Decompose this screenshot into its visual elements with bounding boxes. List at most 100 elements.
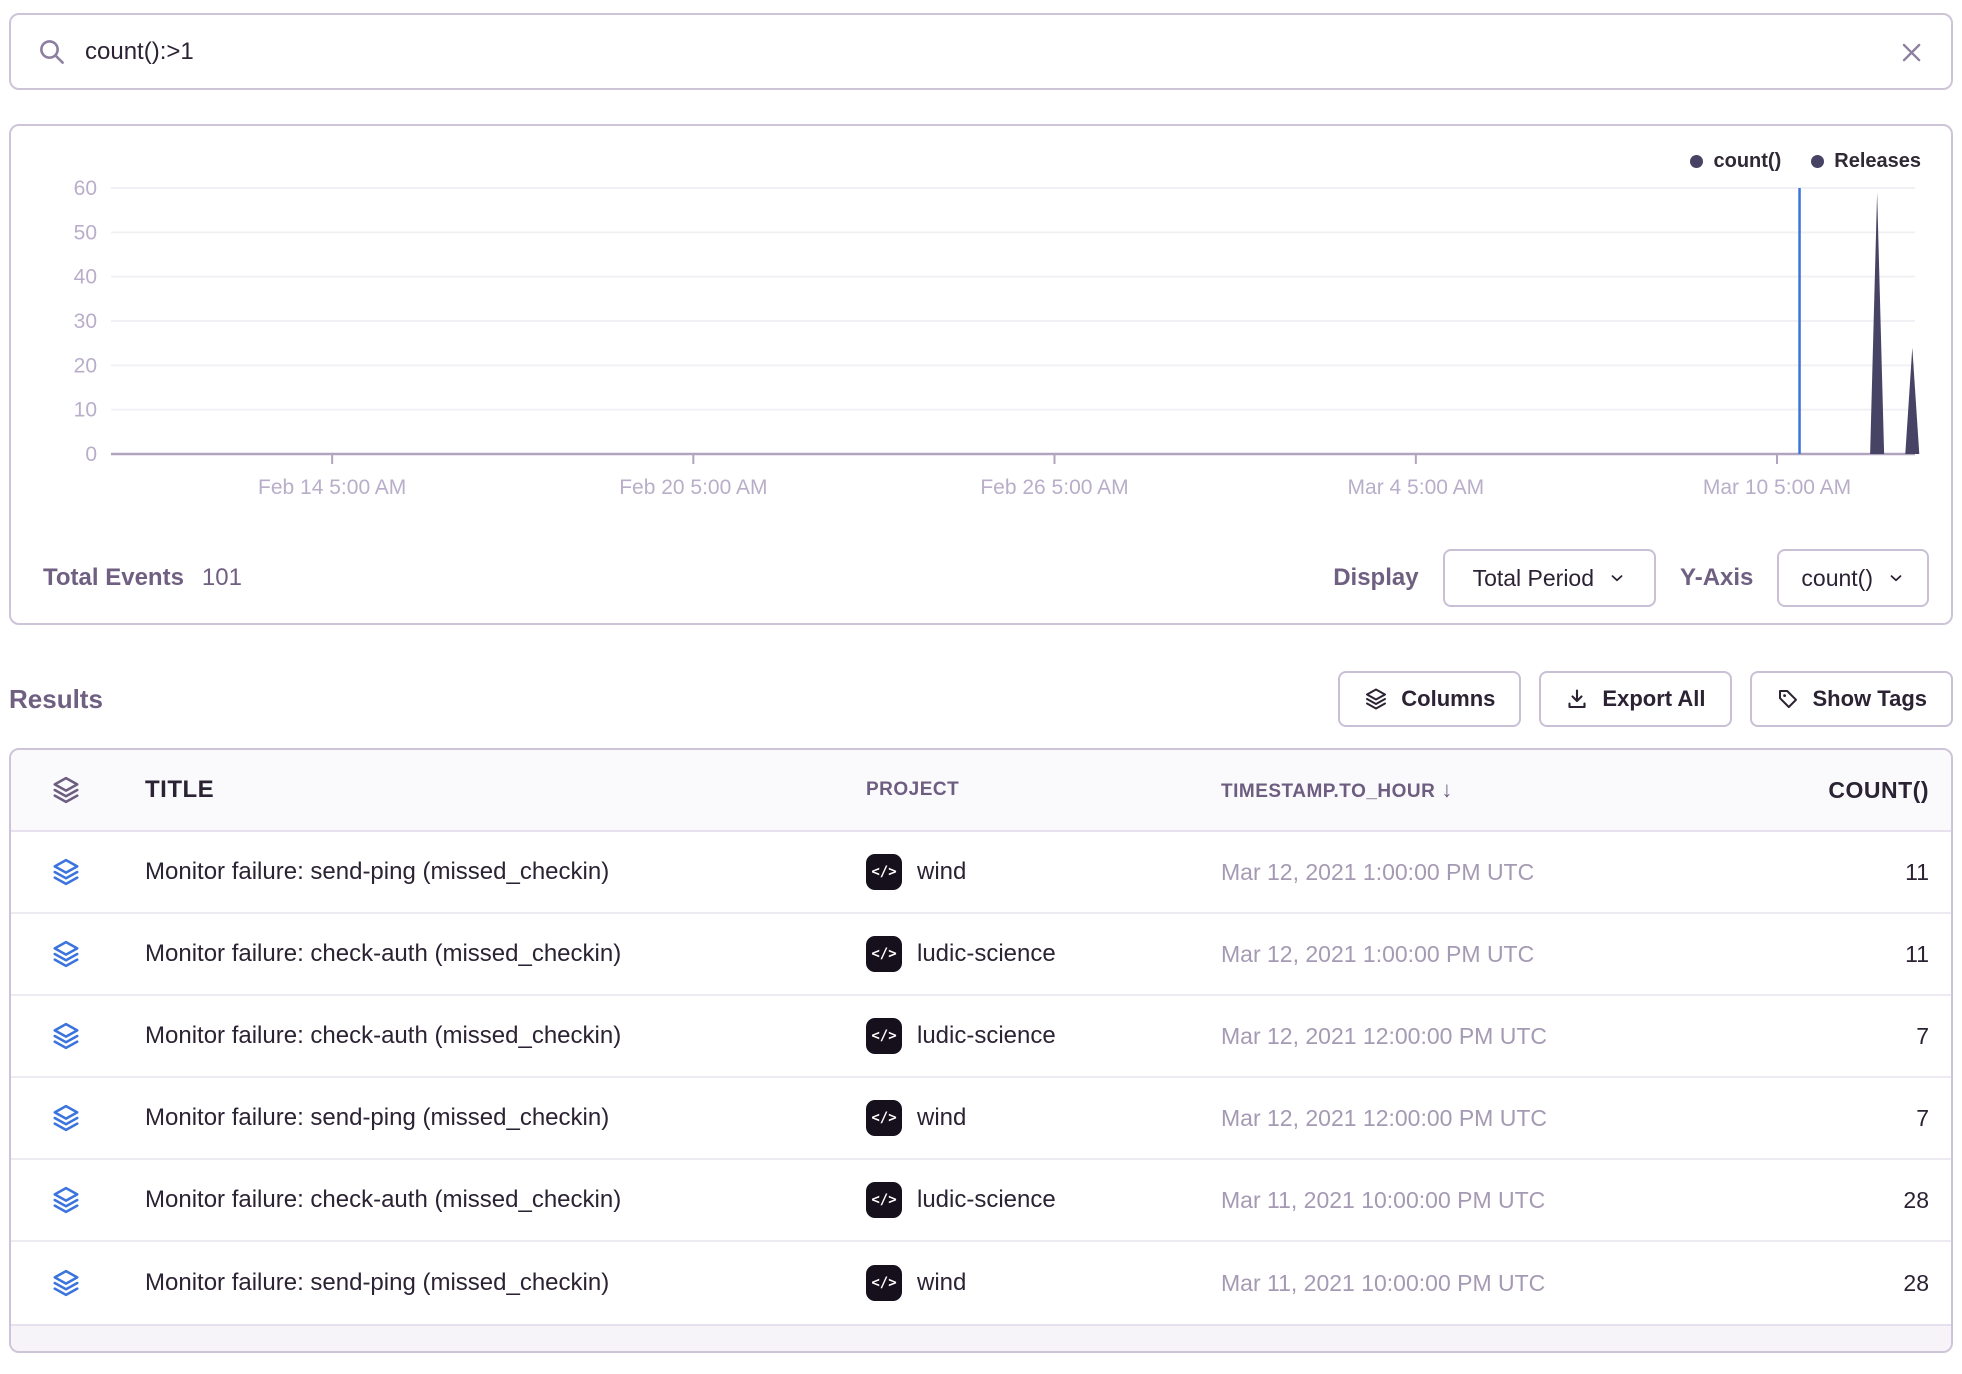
export-all-button-label: Export All <box>1602 686 1705 712</box>
project-cell: </> wind <box>866 854 1221 890</box>
timestamp-cell: Mar 11, 2021 10:00:00 PM UTC <box>1221 1187 1801 1214</box>
yaxis-label: Y-Axis <box>1680 564 1753 592</box>
row-icon-cell <box>11 1021 121 1051</box>
show-tags-button[interactable]: Show Tags <box>1750 671 1954 727</box>
total-events: Total Events 101 <box>43 564 242 592</box>
event-title-link[interactable]: Monitor failure: check-auth (missed_chec… <box>121 940 866 968</box>
project-name: ludic-science <box>917 1022 1056 1050</box>
svg-text:Feb 26 5:00 AM: Feb 26 5:00 AM <box>980 476 1128 499</box>
count-cell: 11 <box>1801 859 1951 886</box>
row-icon-cell <box>11 1268 121 1298</box>
discover-page: count() Releases 0102030405060Feb 14 5:0… <box>0 0 1962 1353</box>
results-heading: Results <box>9 684 103 715</box>
layers-icon <box>51 1103 81 1133</box>
chart-summary-row: Total Events 101 Display Total Period Y-… <box>43 549 1929 607</box>
events-chart-panel: count() Releases 0102030405060Feb 14 5:0… <box>9 124 1953 625</box>
event-title-link[interactable]: Monitor failure: send-ping (missed_check… <box>121 1104 866 1132</box>
svg-text:Feb 20 5:00 AM: Feb 20 5:00 AM <box>619 476 767 499</box>
results-header-row: Results Columns Export All <box>9 671 1953 727</box>
svg-text:40: 40 <box>74 266 97 289</box>
project-platform-icon: </> <box>866 936 902 972</box>
count-cell: 28 <box>1801 1270 1951 1297</box>
project-platform-icon: </> <box>866 1018 902 1054</box>
layers-icon <box>51 857 81 887</box>
columns-button-label: Columns <box>1401 686 1495 712</box>
svg-text:Mar 4 5:00 AM: Mar 4 5:00 AM <box>1348 476 1485 499</box>
svg-text:10: 10 <box>74 399 97 422</box>
header-count[interactable]: COUNT() <box>1801 777 1951 804</box>
yaxis-dropdown-value: count() <box>1801 565 1873 592</box>
results-table: TITLE PROJECT TIMESTAMP.TO_HOUR↓ COUNT()… <box>9 748 1953 1353</box>
table-row[interactable]: Monitor failure: check-auth (missed_chec… <box>11 996 1951 1078</box>
events-chart[interactable]: 0102030405060Feb 14 5:00 AMFeb 20 5:00 A… <box>11 126 1952 526</box>
event-title-link[interactable]: Monitor failure: check-auth (missed_chec… <box>121 1186 866 1214</box>
svg-text:Feb 14 5:00 AM: Feb 14 5:00 AM <box>258 476 406 499</box>
svg-text:30: 30 <box>74 310 97 333</box>
row-icon-cell <box>11 939 121 969</box>
columns-button[interactable]: Columns <box>1338 671 1521 727</box>
export-all-button[interactable]: Export All <box>1539 671 1731 727</box>
project-name: wind <box>917 858 966 886</box>
tag-icon <box>1776 687 1800 711</box>
project-cell: </> ludic-science <box>866 936 1221 972</box>
count-cell: 11 <box>1801 941 1951 968</box>
chart-controls: Display Total Period Y-Axis count() <box>1333 549 1929 607</box>
search-input[interactable] <box>85 38 1897 66</box>
project-cell: </> ludic-science <box>866 1018 1221 1054</box>
table-row[interactable]: Monitor failure: send-ping (missed_check… <box>11 832 1951 914</box>
header-timestamp-label: TIMESTAMP.TO_HOUR <box>1221 781 1435 802</box>
project-name: wind <box>917 1269 966 1297</box>
count-cell: 7 <box>1801 1105 1951 1132</box>
show-tags-button-label: Show Tags <box>1813 686 1928 712</box>
svg-text:50: 50 <box>74 221 97 244</box>
layers-icon <box>51 939 81 969</box>
header-title[interactable]: TITLE <box>121 776 866 804</box>
project-name: ludic-science <box>917 940 1056 968</box>
table-row[interactable]: Monitor failure: send-ping (missed_check… <box>11 1242 1951 1324</box>
event-title-link[interactable]: Monitor failure: send-ping (missed_check… <box>121 858 866 886</box>
project-platform-icon: </> <box>866 854 902 890</box>
svg-text:60: 60 <box>74 177 97 200</box>
layers-icon <box>51 1268 81 1298</box>
timestamp-cell: Mar 11, 2021 10:00:00 PM UTC <box>1221 1270 1801 1297</box>
svg-text:Mar 10 5:00 AM: Mar 10 5:00 AM <box>1703 476 1851 499</box>
layers-icon <box>51 775 81 805</box>
row-icon-cell <box>11 1185 121 1215</box>
count-cell: 28 <box>1801 1187 1951 1214</box>
project-cell: </> ludic-science <box>866 1182 1221 1218</box>
header-timestamp[interactable]: TIMESTAMP.TO_HOUR↓ <box>1221 777 1801 803</box>
clear-search-icon[interactable] <box>1897 38 1925 66</box>
display-dropdown-value: Total Period <box>1473 565 1594 592</box>
table-row[interactable]: Monitor failure: check-auth (missed_chec… <box>11 1160 1951 1242</box>
project-name: ludic-science <box>917 1186 1056 1214</box>
timestamp-cell: Mar 12, 2021 1:00:00 PM UTC <box>1221 941 1801 968</box>
table-header-row: TITLE PROJECT TIMESTAMP.TO_HOUR↓ COUNT() <box>11 750 1951 832</box>
count-cell: 7 <box>1801 1023 1951 1050</box>
layers-icon <box>1364 687 1388 711</box>
display-dropdown[interactable]: Total Period <box>1443 549 1656 607</box>
event-title-link[interactable]: Monitor failure: send-ping (missed_check… <box>121 1269 866 1297</box>
timestamp-cell: Mar 12, 2021 12:00:00 PM UTC <box>1221 1023 1801 1050</box>
header-project[interactable]: PROJECT <box>866 779 1221 801</box>
project-cell: </> wind <box>866 1100 1221 1136</box>
search-bar <box>9 13 1953 90</box>
event-title-link[interactable]: Monitor failure: check-auth (missed_chec… <box>121 1022 866 1050</box>
project-name: wind <box>917 1104 966 1132</box>
search-icon <box>37 37 67 67</box>
yaxis-dropdown[interactable]: count() <box>1777 549 1929 607</box>
row-icon-cell <box>11 1103 121 1133</box>
results-actions: Columns Export All Show Tags <box>1338 671 1953 727</box>
table-row[interactable]: Monitor failure: send-ping (missed_check… <box>11 1078 1951 1160</box>
display-label: Display <box>1333 564 1418 592</box>
layers-icon <box>51 1021 81 1051</box>
project-platform-icon: </> <box>866 1182 902 1218</box>
project-platform-icon: </> <box>866 1100 902 1136</box>
chevron-down-icon <box>1887 569 1905 587</box>
header-icon-cell[interactable] <box>11 775 121 805</box>
project-cell: </> wind <box>866 1265 1221 1301</box>
table-footer <box>11 1324 1951 1351</box>
download-icon <box>1565 687 1589 711</box>
table-row[interactable]: Monitor failure: check-auth (missed_chec… <box>11 914 1951 996</box>
total-events-label: Total Events <box>43 564 184 592</box>
total-events-value: 101 <box>202 564 242 592</box>
